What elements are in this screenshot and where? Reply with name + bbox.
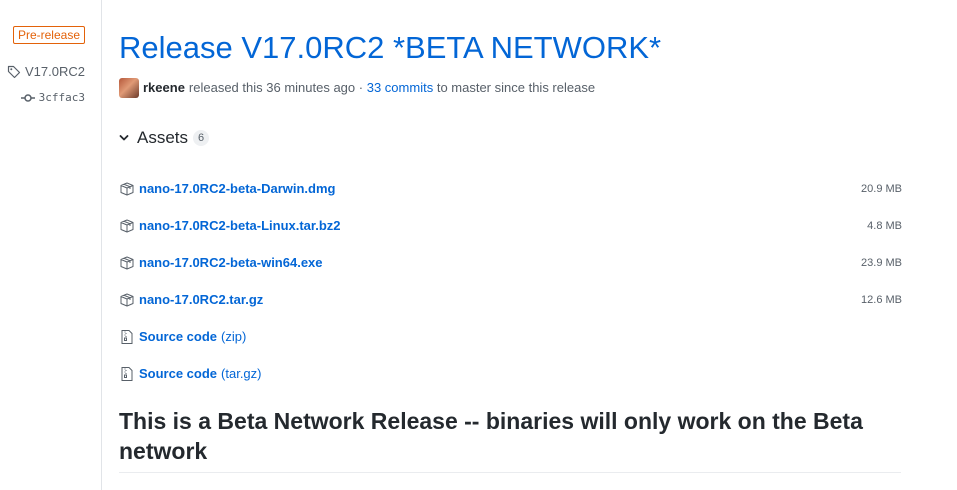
asset-format: (tar.gz) (221, 366, 262, 381)
release-page: Pre-release V17.0RC2 3cffac3 Release V17… (0, 0, 957, 490)
assets-label: Assets (137, 128, 189, 147)
asset-format: (zip) (221, 329, 247, 344)
commit-link[interactable]: 3cffac3 (20, 91, 85, 104)
package-icon (119, 292, 139, 308)
asset-download-link[interactable]: nano-17.0RC2-beta-Linux.tar.bz2 (119, 218, 341, 234)
asset-row: Source code (zip) (119, 318, 902, 355)
tag-icon (7, 65, 21, 79)
asset-row: nano-17.0RC2.tar.gz 12.6 MB (119, 281, 902, 318)
package-icon (119, 255, 139, 271)
assets-count-badge: 6 (193, 130, 210, 146)
source-code-targz-link[interactable]: Source code (tar.gz) (119, 366, 262, 382)
commits-link[interactable]: 33 commits (367, 78, 433, 98)
release-title[interactable]: Release V17.0RC2 *BETA NETWORK* (119, 28, 661, 68)
release-notes-heading: This is a Beta Network Release -- binari… (119, 406, 901, 473)
asset-name: Source code (139, 366, 218, 381)
asset-name: Source code (139, 329, 218, 344)
asset-size: 12.6 MB (861, 293, 902, 306)
asset-download-link[interactable]: nano-17.0RC2-beta-win64.exe (119, 255, 323, 271)
asset-size: 23.9 MB (861, 256, 902, 269)
asset-row: nano-17.0RC2-beta-Darwin.dmg 20.9 MB (119, 170, 902, 207)
avatar[interactable] (119, 78, 139, 98)
tag-link[interactable]: V17.0RC2 (7, 64, 85, 79)
chevron-down-icon (119, 128, 129, 148)
asset-list: nano-17.0RC2-beta-Darwin.dmg 20.9 MB nan… (119, 170, 902, 392)
release-meta-column: Pre-release V17.0RC2 3cffac3 (0, 0, 102, 490)
file-zip-icon (119, 366, 139, 382)
asset-download-link[interactable]: nano-17.0RC2.tar.gz (119, 292, 263, 308)
assets-toggle[interactable]: Assets 6 (119, 128, 210, 148)
tag-name: V17.0RC2 (25, 64, 85, 79)
package-icon (119, 181, 139, 197)
prerelease-badge: Pre-release (12, 26, 85, 44)
asset-row: nano-17.0RC2-beta-win64.exe 23.9 MB (119, 244, 902, 281)
author-link[interactable]: rkeene (143, 78, 185, 98)
git-commit-icon (20, 93, 35, 103)
asset-name: nano-17.0RC2-beta-win64.exe (139, 255, 323, 270)
file-zip-icon (119, 329, 139, 345)
asset-row: Source code (tar.gz) (119, 355, 902, 392)
asset-name: nano-17.0RC2-beta-Linux.tar.bz2 (139, 218, 341, 233)
asset-size: 20.9 MB (861, 182, 902, 195)
asset-row: nano-17.0RC2-beta-Linux.tar.bz2 4.8 MB (119, 207, 902, 244)
asset-download-link[interactable]: nano-17.0RC2-beta-Darwin.dmg (119, 181, 335, 197)
asset-name: nano-17.0RC2-beta-Darwin.dmg (139, 181, 336, 196)
asset-name: nano-17.0RC2.tar.gz (139, 292, 264, 307)
release-byline: rkeene released this 36 minutes ago · 33… (119, 78, 595, 98)
commit-sha: 3cffac3 (38, 91, 85, 104)
source-code-zip-link[interactable]: Source code (zip) (119, 329, 246, 345)
released-text: released this 36 minutes ago (188, 80, 356, 95)
package-icon (119, 218, 139, 234)
commits-suffix: to master since this release (436, 80, 596, 95)
asset-size: 4.8 MB (867, 219, 902, 232)
